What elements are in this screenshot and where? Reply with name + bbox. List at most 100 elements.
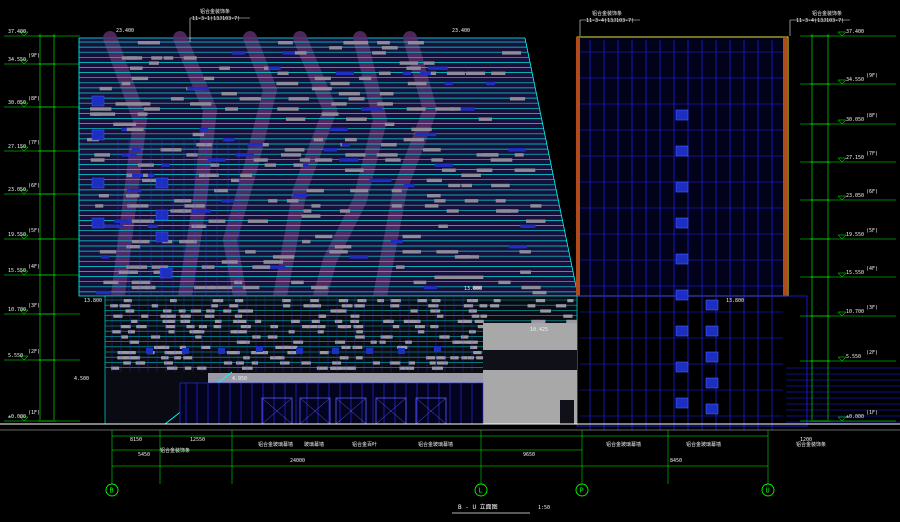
grey-panel <box>127 330 135 334</box>
grey-panel <box>482 153 499 157</box>
grey-panel <box>147 41 161 45</box>
grey-panel <box>267 335 278 339</box>
window-panel <box>366 348 373 354</box>
level-elev: 23.050 <box>846 193 864 199</box>
grey-panel <box>389 361 401 365</box>
grey-panel <box>311 204 321 208</box>
window-panel <box>675 289 689 301</box>
grey-panel <box>126 245 141 249</box>
annotation-top-2-code: 11-3-4(13J103-7) <box>586 18 634 24</box>
grey-panel <box>166 314 176 318</box>
grey-panel <box>395 265 405 269</box>
grey-panel <box>99 250 117 254</box>
grey-panel <box>438 224 448 228</box>
annotation-top-1-name: 铝合金装饰条 <box>200 8 230 15</box>
grey-panel <box>214 319 222 323</box>
canopy-band <box>208 373 483 383</box>
grey-panel <box>391 204 402 208</box>
grey-panel <box>525 219 546 223</box>
grey-panel <box>414 325 425 329</box>
grey-panel <box>495 199 506 203</box>
grey-panel <box>210 285 233 290</box>
grey-panel <box>165 325 176 329</box>
grey-panel <box>567 299 574 303</box>
blue-panel <box>131 173 144 177</box>
grey-panel <box>346 41 369 45</box>
grey-panel <box>168 319 176 323</box>
annotation-top-2-name: 铝合金装饰条 <box>592 10 622 17</box>
blue-panel <box>207 158 226 162</box>
grey-panel <box>183 356 193 360</box>
grey-panel <box>230 351 238 355</box>
grey-panel <box>345 168 364 172</box>
grey-panel <box>169 299 177 303</box>
grey-panel <box>204 314 215 318</box>
grey-panel <box>385 335 393 339</box>
grey-panel <box>203 76 215 81</box>
grey-panel <box>201 265 215 269</box>
grey-panel <box>343 366 354 370</box>
grey-panel <box>293 340 304 344</box>
grey-panel <box>311 319 320 323</box>
grey-panel <box>490 158 513 162</box>
grey-panel <box>211 304 218 308</box>
grey-panel <box>441 168 456 172</box>
grey-panel <box>372 51 386 55</box>
grey-panel <box>471 314 480 318</box>
grey-panel <box>240 340 250 344</box>
blue-panel <box>508 148 526 152</box>
grey-panel <box>319 351 329 355</box>
grey-panel <box>493 299 501 303</box>
grey-panel <box>137 285 150 290</box>
window-panel <box>675 325 689 337</box>
level-elev: 34.550 <box>8 57 26 63</box>
grey-panel <box>410 309 418 313</box>
dimension-text: 8450 <box>670 458 682 464</box>
grey-panel <box>269 356 281 360</box>
grey-panel <box>183 319 191 323</box>
blue-panel <box>190 209 211 213</box>
level-tag: (8F) <box>866 113 878 119</box>
grey-panel <box>315 158 333 162</box>
grey-panel <box>390 304 400 308</box>
grey-panel <box>115 102 131 106</box>
annotation-bottom: 铝合金玻璃幕墙 <box>606 441 641 448</box>
grey-panel <box>129 340 140 344</box>
grey-panel <box>291 280 304 285</box>
grey-panel <box>197 366 207 370</box>
grey-panel <box>236 361 244 365</box>
level-elev: ±0.000 <box>8 414 26 420</box>
grey-panel <box>376 153 398 157</box>
window-panel <box>91 177 105 189</box>
grey-panel <box>126 351 136 355</box>
grey-panel <box>143 107 160 111</box>
grey-panel <box>427 194 441 198</box>
blue-panel <box>199 127 208 132</box>
grey-panel <box>441 335 450 339</box>
level-tag: (4F) <box>28 264 40 270</box>
level-elev: 30.050 <box>8 100 26 106</box>
grey-panel <box>135 361 145 365</box>
window-panel <box>705 351 719 363</box>
grey-panel <box>411 319 421 323</box>
grey-panel <box>310 299 319 303</box>
grey-panel <box>429 361 436 365</box>
grey-panel <box>352 345 363 349</box>
grey-panel <box>519 250 531 254</box>
elevation-drawing: 37.400 34.550(9F) 30.050(8F) 27.150(7F) … <box>0 0 900 522</box>
grey-panel <box>242 285 260 290</box>
grey-panel <box>299 158 310 162</box>
grey-panel <box>183 56 197 60</box>
grey-panel <box>514 168 536 172</box>
dimension-text: 9650 <box>523 452 535 458</box>
grey-panel <box>356 325 364 329</box>
grey-panel <box>315 234 333 239</box>
grey-panel <box>454 275 471 279</box>
grey-panel <box>201 345 211 349</box>
window-panel <box>182 348 189 354</box>
grey-panel <box>312 304 322 308</box>
blue-panel <box>335 71 354 75</box>
grey-panel <box>164 361 173 365</box>
grey-panel <box>160 148 182 152</box>
blue-panel <box>235 153 254 157</box>
